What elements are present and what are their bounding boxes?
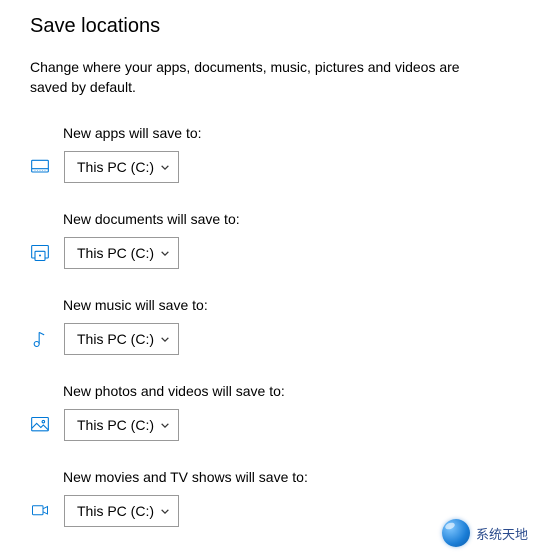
chevron-down-icon [160,506,170,516]
page-title: Save locations [30,15,508,38]
chevron-down-icon [160,162,170,172]
page-description: Change where your apps, documents, music… [30,58,500,97]
setting-documents-label: New documents will save to: [63,211,508,227]
dropdown-value: This PC (C:) [77,417,154,433]
setting-movies-label: New movies and TV shows will save to: [63,469,508,485]
chevron-down-icon [160,334,170,344]
apps-icon [30,157,50,177]
movies-location-dropdown[interactable]: This PC (C:) [64,495,179,527]
setting-music: New music will save to: This PC (C:) [30,297,508,355]
setting-apps: New apps will save to: This PC (C:) [30,125,508,183]
setting-music-label: New music will save to: [63,297,508,313]
dropdown-value: This PC (C:) [77,503,154,519]
setting-apps-label: New apps will save to: [63,125,508,141]
pictures-icon [30,415,50,435]
documents-location-dropdown[interactable]: This PC (C:) [64,237,179,269]
video-icon [30,501,50,521]
setting-photos-label: New photos and videos will save to: [63,383,508,399]
watermark-text: 系统天地 [476,524,528,543]
music-location-dropdown[interactable]: This PC (C:) [64,323,179,355]
photos-location-dropdown[interactable]: This PC (C:) [64,409,179,441]
setting-movies: New movies and TV shows will save to: Th… [30,469,508,527]
setting-photos: New photos and videos will save to: This… [30,383,508,441]
dropdown-value: This PC (C:) [77,331,154,347]
apps-location-dropdown[interactable]: This PC (C:) [64,151,179,183]
music-icon [30,329,50,349]
dropdown-value: This PC (C:) [77,159,154,175]
watermark: 系统天地 [442,519,528,547]
setting-documents: New documents will save to: This PC (C:) [30,211,508,269]
globe-icon [442,519,470,547]
dropdown-value: This PC (C:) [77,245,154,261]
chevron-down-icon [160,248,170,258]
chevron-down-icon [160,420,170,430]
documents-icon [30,243,50,263]
